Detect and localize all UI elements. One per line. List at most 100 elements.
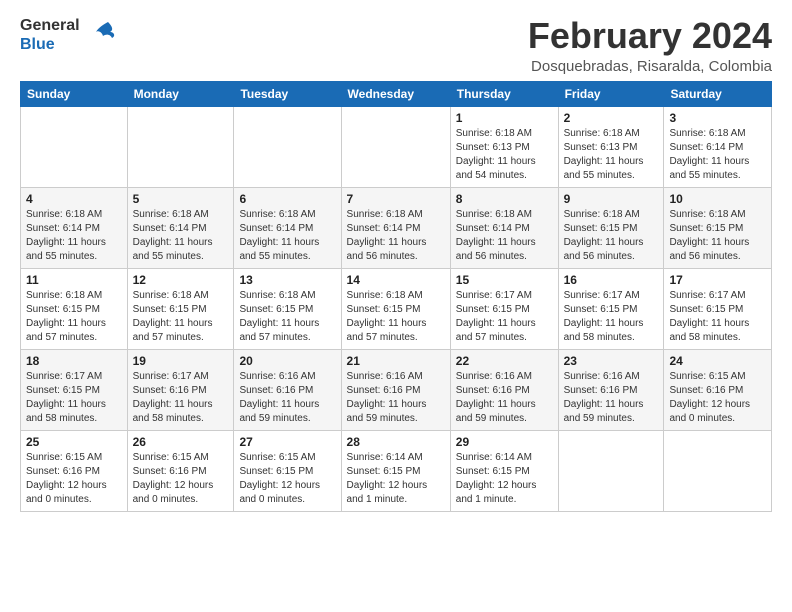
day-info: Sunrise: 6:14 AMSunset: 6:15 PMDaylight:…: [456, 451, 553, 507]
day-number: 12: [133, 273, 229, 287]
day-info: Sunrise: 6:18 AMSunset: 6:14 PMDaylight:…: [133, 208, 229, 264]
day-info: Sunrise: 6:18 AMSunset: 6:15 PMDaylight:…: [26, 289, 122, 345]
day-info: Sunrise: 6:18 AMSunset: 6:13 PMDaylight:…: [564, 127, 659, 183]
day-number: 6: [239, 192, 335, 206]
day-number: 14: [347, 273, 445, 287]
day-info: Sunrise: 6:14 AMSunset: 6:15 PMDaylight:…: [347, 451, 445, 507]
calendar-week-row: 4Sunrise: 6:18 AMSunset: 6:14 PMDaylight…: [21, 187, 772, 268]
calendar-cell: 23 Sunrise: 6:16 AMSunset: 6:16 PMDayligh…: [558, 349, 664, 430]
day-number: 19: [133, 354, 229, 368]
day-info: Sunrise: 6:16 AMSunset: 6:16 PMDaylight:…: [456, 370, 553, 426]
day-number: 8: [456, 192, 553, 206]
calendar-cell: 1 Sunrise: 6:18 AMSunset: 6:13 PMDaylight…: [450, 106, 558, 187]
day-info: Sunrise: 6:16 AMSunset: 6:16 PMDaylight:…: [564, 370, 659, 426]
day-info: Sunrise: 6:18 AMSunset: 6:15 PMDaylight:…: [133, 289, 229, 345]
day-number: 22: [456, 354, 553, 368]
day-number: 5: [133, 192, 229, 206]
weekday-header: Saturday: [664, 81, 772, 106]
weekday-header: Wednesday: [341, 81, 450, 106]
calendar-cell: 5 Sunrise: 6:18 AMSunset: 6:14 PMDaylight…: [127, 187, 234, 268]
day-number: 27: [239, 435, 335, 449]
day-number: 20: [239, 354, 335, 368]
day-number: 1: [456, 111, 553, 125]
page: General Blue February 2024 Dosquebradas,…: [0, 0, 792, 612]
day-number: 24: [669, 354, 766, 368]
calendar-cell: 7 Sunrise: 6:18 AMSunset: 6:14 PMDaylight…: [341, 187, 450, 268]
calendar-cell: 8Sunrise: 6:18 AMSunset: 6:14 PMDaylight…: [450, 187, 558, 268]
day-number: 25: [26, 435, 122, 449]
subtitle: Dosquebradas, Risaralda, Colombia: [528, 58, 772, 75]
day-number: 9: [564, 192, 659, 206]
day-info: Sunrise: 6:18 AMSunset: 6:14 PMDaylight:…: [26, 208, 122, 264]
day-number: 29: [456, 435, 553, 449]
calendar-table: SundayMondayTuesdayWednesdayThursdayFrid…: [20, 81, 772, 512]
calendar-week-row: 18Sunrise: 6:17 AMSunset: 6:15 PMDayligh…: [21, 349, 772, 430]
day-number: 13: [239, 273, 335, 287]
day-info: Sunrise: 6:17 AMSunset: 6:16 PMDaylight:…: [133, 370, 229, 426]
calendar-cell: 26Sunrise: 6:15 AMSunset: 6:16 PMDayligh…: [127, 430, 234, 511]
day-number: 11: [26, 273, 122, 287]
calendar-cell: [234, 106, 341, 187]
day-info: Sunrise: 6:18 AMSunset: 6:15 PMDaylight:…: [564, 208, 659, 264]
title-block: February 2024 Dosquebradas, Risaralda, C…: [528, 16, 772, 75]
calendar-cell: 11 Sunrise: 6:18 AMSunset: 6:15 PMDayligh…: [21, 268, 128, 349]
calendar-cell: 21 Sunrise: 6:16 AMSunset: 6:16 PMDayligh…: [341, 349, 450, 430]
calendar-cell: 19 Sunrise: 6:17 AMSunset: 6:16 PMDayligh…: [127, 349, 234, 430]
day-info: Sunrise: 6:18 AMSunset: 6:14 PMDaylight:…: [347, 208, 445, 264]
day-number: 7: [347, 192, 445, 206]
calendar-cell: 18Sunrise: 6:17 AMSunset: 6:15 PMDayligh…: [21, 349, 128, 430]
day-info: Sunrise: 6:18 AMSunset: 6:13 PMDaylight:…: [456, 127, 553, 183]
day-info: Sunrise: 6:17 AMSunset: 6:15 PMDaylight:…: [564, 289, 659, 345]
day-number: 2: [564, 111, 659, 125]
calendar-cell: [558, 430, 664, 511]
calendar-cell: 24 Sunrise: 6:15 AMSunset: 6:16 PMDayligh…: [664, 349, 772, 430]
day-info: Sunrise: 6:18 AMSunset: 6:14 PMDaylight:…: [669, 127, 766, 183]
calendar-cell: 4Sunrise: 6:18 AMSunset: 6:14 PMDaylight…: [21, 187, 128, 268]
calendar-cell: 27 Sunrise: 6:15 AMSunset: 6:15 PMDayligh…: [234, 430, 341, 511]
logo-general: General: [20, 16, 80, 35]
calendar-cell: 25 Sunrise: 6:15 AMSunset: 6:16 PMDayligh…: [21, 430, 128, 511]
calendar-cell: [664, 430, 772, 511]
calendar-cell: 10 Sunrise: 6:18 AMSunset: 6:15 PMDayligh…: [664, 187, 772, 268]
day-number: 18: [26, 354, 122, 368]
weekday-header: Friday: [558, 81, 664, 106]
calendar-cell: 6 Sunrise: 6:18 AMSunset: 6:14 PMDaylight…: [234, 187, 341, 268]
day-info: Sunrise: 6:15 AMSunset: 6:15 PMDaylight:…: [239, 451, 335, 507]
day-number: 16: [564, 273, 659, 287]
day-number: 26: [133, 435, 229, 449]
calendar-cell: [127, 106, 234, 187]
calendar-cell: 22 Sunrise: 6:16 AMSunset: 6:16 PMDayligh…: [450, 349, 558, 430]
day-info: Sunrise: 6:18 AMSunset: 6:14 PMDaylight:…: [239, 208, 335, 264]
calendar-cell: 28 Sunrise: 6:14 AMSunset: 6:15 PMDayligh…: [341, 430, 450, 511]
calendar-cell: 15Sunrise: 6:17 AMSunset: 6:15 PMDayligh…: [450, 268, 558, 349]
calendar-cell: 13 Sunrise: 6:18 AMSunset: 6:15 PMDayligh…: [234, 268, 341, 349]
day-info: Sunrise: 6:16 AMSunset: 6:16 PMDaylight:…: [347, 370, 445, 426]
weekday-header: Thursday: [450, 81, 558, 106]
logo-blue: Blue: [20, 35, 80, 54]
day-info: Sunrise: 6:18 AMSunset: 6:15 PMDaylight:…: [669, 208, 766, 264]
calendar-cell: 17Sunrise: 6:17 AMSunset: 6:15 PMDayligh…: [664, 268, 772, 349]
day-number: 23: [564, 354, 659, 368]
calendar-cell: 16 Sunrise: 6:17 AMSunset: 6:15 PMDayligh…: [558, 268, 664, 349]
calendar-cell: 9 Sunrise: 6:18 AMSunset: 6:15 PMDaylight…: [558, 187, 664, 268]
header-area: General Blue February 2024 Dosquebradas,…: [20, 16, 772, 75]
calendar-cell: 2 Sunrise: 6:18 AMSunset: 6:13 PMDaylight…: [558, 106, 664, 187]
calendar-week-row: 1 Sunrise: 6:18 AMSunset: 6:13 PMDaylight…: [21, 106, 772, 187]
day-number: 3: [669, 111, 766, 125]
day-info: Sunrise: 6:18 AMSunset: 6:15 PMDaylight:…: [239, 289, 335, 345]
day-info: Sunrise: 6:17 AMSunset: 6:15 PMDaylight:…: [669, 289, 766, 345]
day-number: 21: [347, 354, 445, 368]
calendar-week-row: 11 Sunrise: 6:18 AMSunset: 6:15 PMDayligh…: [21, 268, 772, 349]
day-number: 10: [669, 192, 766, 206]
day-number: 28: [347, 435, 445, 449]
day-number: 15: [456, 273, 553, 287]
weekday-header: Monday: [127, 81, 234, 106]
calendar-cell: 14 Sunrise: 6:18 AMSunset: 6:15 PMDayligh…: [341, 268, 450, 349]
weekday-header: Tuesday: [234, 81, 341, 106]
main-title: February 2024: [528, 16, 772, 56]
day-info: Sunrise: 6:16 AMSunset: 6:16 PMDaylight:…: [239, 370, 335, 426]
day-info: Sunrise: 6:18 AMSunset: 6:15 PMDaylight:…: [347, 289, 445, 345]
day-info: Sunrise: 6:15 AMSunset: 6:16 PMDaylight:…: [669, 370, 766, 426]
calendar-cell: 3 Sunrise: 6:18 AMSunset: 6:14 PMDaylight…: [664, 106, 772, 187]
day-info: Sunrise: 6:15 AMSunset: 6:16 PMDaylight:…: [26, 451, 122, 507]
